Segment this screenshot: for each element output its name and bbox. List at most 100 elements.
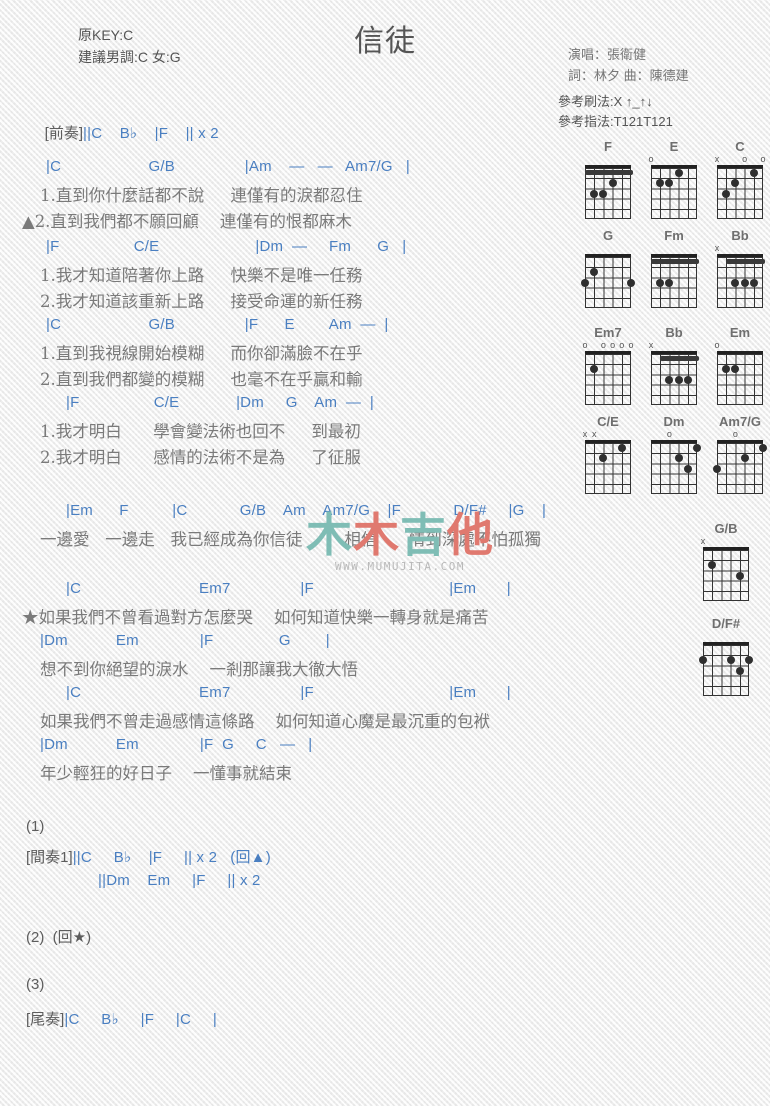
fretboard <box>581 254 635 308</box>
finger-dot <box>745 656 753 665</box>
fretboard <box>717 351 763 405</box>
fretboard <box>651 254 699 308</box>
verse2-chords-a: |C G/B |F E Am — | <box>46 316 389 333</box>
chord-diagram-label: F <box>604 139 612 154</box>
chorus2-chords-a: |C Em7 |F |Em | <box>66 684 511 701</box>
fretboard <box>703 547 749 601</box>
chord-row-4: C/E x x Dm o Am7/G o <box>578 415 770 494</box>
verse2-lyric-b2: 2.我才明白 感情的法術不是為 了征服 <box>40 448 361 467</box>
open-string-marker-icon: o <box>628 340 634 350</box>
chord-diagram-label: E <box>669 139 679 154</box>
fret-grid <box>651 168 697 219</box>
finger-dot <box>749 169 758 178</box>
fretboard <box>585 351 631 405</box>
chorus1-chords-b: |Dm Em |F G | <box>40 632 330 649</box>
barre-bar <box>660 356 699 362</box>
chord-row-3: Em7 o o o o o Bb x Em o <box>578 326 770 405</box>
finger-dot <box>731 179 740 188</box>
finger-dot <box>674 169 683 178</box>
finger-dot <box>708 561 717 570</box>
outro-line: [尾奏]|C B♭ |F |C | <box>26 1008 217 1029</box>
finger-dot <box>693 444 701 453</box>
mute-string-marker-icon: x <box>714 154 720 164</box>
barre-bar <box>651 259 699 265</box>
outro-label: [尾奏] <box>26 1011 65 1028</box>
fret-grid <box>717 443 763 494</box>
verse1-lyric-a2: ▲2.直到我們都不願回顧 連僅有的恨都麻木 <box>22 212 352 231</box>
interlude-label: [間奏1] <box>26 849 73 866</box>
mute-string-marker-icon: x <box>648 340 654 350</box>
intro-label: [前奏] <box>44 125 84 142</box>
chord-row-1: F Eo Cx o o <box>578 140 770 219</box>
open-string-marker-icon: o <box>714 340 720 350</box>
finger-dot <box>759 444 767 453</box>
fretboard <box>713 440 767 494</box>
chord-diagram-g-b: G/B x <box>696 522 756 601</box>
finger-dot <box>665 278 674 287</box>
chord-open-mute-marks: xoo <box>710 154 770 165</box>
chord-open-mute-marks: o <box>710 429 770 440</box>
finger-dot <box>699 656 707 665</box>
interlude-line-1: [間奏1]||C B♭ |F || x 2 (回▲) <box>26 846 271 867</box>
open-string-marker-icon: o <box>619 340 625 350</box>
chord-diagram-label: Bb <box>665 325 683 340</box>
chord-diagram-label: Am7/G <box>719 414 761 429</box>
chord-diagram-label: C <box>735 139 745 154</box>
mute-string-marker-icon: x <box>591 429 597 439</box>
chord-diagram-bb: Bb x <box>644 326 704 405</box>
finger-dot <box>674 454 683 463</box>
open-string-marker-icon: o <box>760 154 766 164</box>
chord-open-mute-marks <box>696 631 756 642</box>
fretboard <box>717 165 763 219</box>
finger-dot <box>749 278 758 287</box>
chord-open-mute-marks <box>644 243 704 254</box>
finger-dot <box>617 444 626 453</box>
open-string-marker-icon: o <box>742 154 748 164</box>
chord-diagram-g: G <box>578 229 638 308</box>
open-string-marker-icon: o <box>666 429 672 439</box>
open-string-marker-icon: o <box>600 340 606 350</box>
chord-row-6: D/F# <box>578 617 770 696</box>
bridge-lyric: 一邊愛 一邊走 我已經成為你信徒 相信 情到深處不怕孤獨 <box>40 530 541 549</box>
finger-dot <box>599 454 608 463</box>
chorus1-chords-a: |C Em7 |F |Em | <box>66 580 511 597</box>
verse1-lyric-b1: 1.我才知道陪著你上路 快樂不是唯一任務 <box>40 266 363 285</box>
verse1-chords-b: |F C/E |Dm — Fm G | <box>46 238 407 255</box>
chord-open-mute-marks: ooooo <box>578 340 638 351</box>
chord-open-mute-marks <box>578 243 638 254</box>
finger-dot <box>599 189 608 198</box>
fretboard <box>717 254 765 308</box>
fretboard <box>651 351 699 405</box>
finger-dot <box>683 375 692 384</box>
chord-row-5: G/B x <box>578 522 770 601</box>
open-string-marker-icon: o <box>732 429 738 439</box>
barre-bar <box>726 259 765 265</box>
chorus2-lyric-b: 年少輕狂的好日子 一懂事就結束 <box>40 764 292 783</box>
chord-open-mute-marks <box>578 154 638 165</box>
verse2-lyric-a1: 1.直到我視線開始模糊 而你卻滿臉不在乎 <box>40 344 363 363</box>
finger-dot <box>608 179 617 188</box>
writer-credit: 詞：林夕 曲：陳德建 <box>568 68 689 83</box>
finger-dot <box>740 278 749 287</box>
chord-diagram-d-f-: D/F# <box>696 617 756 696</box>
chord-diagram-label: Em <box>729 325 751 340</box>
mute-string-marker-icon: x <box>714 243 720 253</box>
section-number-3: (3) <box>26 976 45 993</box>
fret-grid <box>717 354 763 405</box>
finger-dot <box>590 189 599 198</box>
credits: 演唱：張衛健 詞：林夕 曲：陳德建 <box>568 44 748 86</box>
chorus1-lyric-b: 想不到你絕望的淚水 一剎那讓我大徹大悟 <box>40 660 358 679</box>
chord-diagram-label: D/F# <box>711 616 741 631</box>
verse1-lyric-b2: 2.我才知道該重新上路 接受命運的新任務 <box>40 292 363 311</box>
chord-diagram-label: C/E <box>597 414 619 429</box>
chord-open-mute-marks: x <box>710 243 770 254</box>
fret-grid <box>585 354 631 405</box>
chord-diagram-e: Eo <box>644 140 704 219</box>
chord-diagram-em7: Em7 o o o o o <box>578 326 638 405</box>
strum-pattern: 參考刷法:X ↑_↑↓ <box>558 94 653 109</box>
chord-diagram-label: Fm <box>664 228 684 243</box>
finger-pattern: 參考指法:T121T121 <box>558 114 673 129</box>
watermark-url: WWW.MUMUJITA.COM <box>335 560 465 573</box>
bridge-chords: |Em F |C G/B Am Am7/G |F D/F# |G | <box>66 502 547 519</box>
chord-diagram-dm: Dm o <box>644 415 704 494</box>
